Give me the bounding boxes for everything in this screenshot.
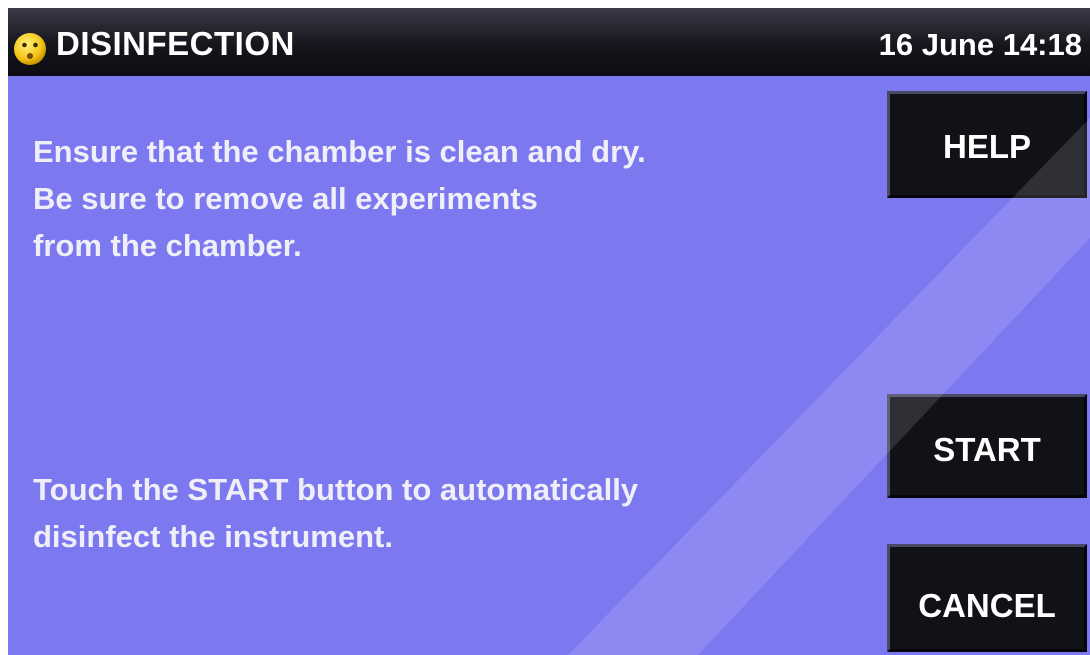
start-hint-text: Touch the START button to automatically … [33,466,638,560]
instruction-line: Be sure to remove all experiments [33,181,538,216]
start-hint-line: disinfect the instrument. [33,519,393,554]
face-icon [12,31,48,67]
instruction-line: Ensure that the chamber is clean and dry… [33,134,646,169]
instruction-text: Ensure that the chamber is clean and dry… [33,128,646,269]
instruction-line: from the chamber. [33,228,302,263]
title-bar: DISINFECTION 16 June 14:18 [8,8,1090,76]
start-hint-line: Touch the START button to automatically [33,472,639,507]
start-button[interactable]: START [887,394,1087,498]
date-time-display: 16 June 14:18 [878,27,1082,62]
cancel-button[interactable]: CANCEL [887,544,1087,652]
help-button[interactable]: HELP [887,91,1087,198]
page-title: DISINFECTION [56,25,295,62]
disinfection-screen: DISINFECTION 16 June 14:18 Ensure that t… [8,8,1090,655]
